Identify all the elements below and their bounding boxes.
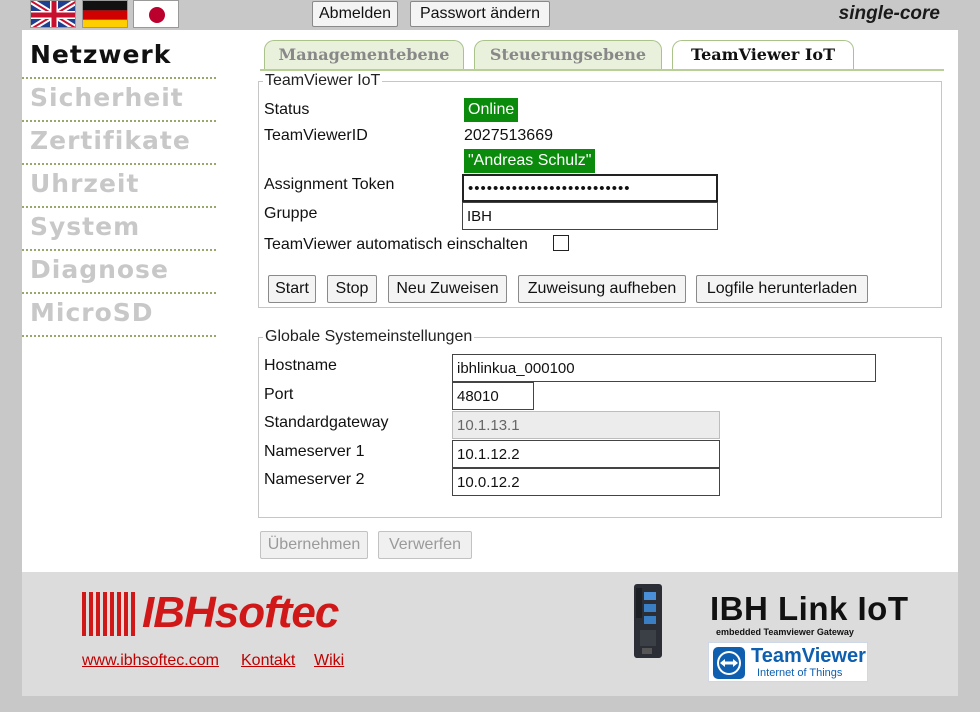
teamviewer-id-label: TeamViewerID [264,127,368,144]
product-name: IBH Link IoT [710,590,909,627]
start-button[interactable]: Start [268,275,316,303]
mode-label: single-core [838,3,940,24]
hostname-label: Hostname [264,357,337,374]
status-label: Status [264,101,310,118]
german-flag-icon[interactable] [82,0,128,28]
autostart-label: TeamViewer automatisch einschalten [264,236,528,253]
sidebar-item-zertifikate[interactable]: Zertifikate [22,122,216,165]
logo-text: IBHsoftec [142,588,339,637]
global-settings-legend: Globale Systemeinstellungen [265,328,473,345]
account-badge: "Andreas Schulz" [464,149,596,173]
gateway-input [452,411,720,439]
device-image-icon [634,584,662,658]
teamviewer-icon [713,647,745,679]
sidebar-item-sicherheit[interactable]: Sicherheit [22,79,216,122]
teamviewer-legend: TeamViewer IoT [265,72,381,89]
top-bar: Abmelden Passwort ändern single-core [0,0,980,30]
hostname-input[interactable] [452,354,876,382]
website-link[interactable]: www.ibhsoftec.com [82,652,219,670]
unassign-button[interactable]: Zuweisung aufheben [518,275,686,303]
download-logfile-button[interactable]: Logfile herunterladen [696,275,868,303]
discard-button[interactable]: Verwerfen [378,531,472,559]
port-input[interactable] [452,382,534,410]
nameserver1-label: Nameserver 1 [264,443,365,460]
sidebar-item-uhrzeit[interactable]: Uhrzeit [22,165,216,208]
status-badge: Online [464,98,519,122]
nameserver1-input[interactable] [452,440,720,468]
japan-flag-icon[interactable] [133,0,179,28]
change-password-button[interactable]: Passwort ändern [410,1,550,27]
product-subtitle: embedded Teamviewer Gateway [716,627,854,637]
nameserver2-label: Nameserver 2 [264,471,365,488]
gateway-label: Standardgateway [264,414,389,431]
group-input[interactable] [462,202,718,230]
main-panel: Netzwerk Sicherheit Zertifikate Uhrzeit … [22,30,958,572]
contact-link[interactable]: Kontakt [241,652,295,670]
autostart-checkbox[interactable] [553,235,569,251]
sidebar-item-diagnose[interactable]: Diagnose [22,251,216,294]
teamviewer-name: TeamViewer [751,645,866,667]
uk-flag-icon[interactable] [30,0,76,28]
assignment-token-input[interactable] [462,174,718,202]
group-label: Gruppe [264,205,318,222]
sidebar-item-microsd[interactable]: MicroSD [22,294,216,337]
tab-managementebene[interactable]: Managementebene [264,40,464,70]
nameserver2-input[interactable] [452,468,720,496]
sidebar-item-system[interactable]: System [22,208,216,251]
tab-teamviewer-iot[interactable]: TeamViewer IoT [672,40,854,70]
port-label: Port [264,386,294,403]
teamviewer-subtitle: Internet of Things [757,667,843,679]
logo-bars-icon [82,592,135,636]
sidebar-item-netzwerk[interactable]: Netzwerk [22,36,216,79]
footer: IBHsoftec www.ibhsoftec.com Kontakt Wiki… [22,572,958,696]
sidebar-nav: Netzwerk Sicherheit Zertifikate Uhrzeit … [22,36,222,337]
apply-button[interactable]: Übernehmen [260,531,368,559]
reassign-button[interactable]: Neu Zuweisen [388,275,507,303]
tab-steuerungsebene[interactable]: Steuerungsebene [474,40,662,70]
ibhsoftec-logo: IBHsoftec [82,588,352,644]
tab-divider [260,69,944,71]
logout-button[interactable]: Abmelden [312,1,398,27]
stop-button[interactable]: Stop [327,275,377,303]
wiki-link[interactable]: Wiki [314,652,344,670]
teamviewer-id-value: 2027513669 [464,127,553,144]
assignment-token-label: Assignment Token [264,176,395,193]
teamviewer-logo: TeamViewer Internet of Things [708,642,868,682]
